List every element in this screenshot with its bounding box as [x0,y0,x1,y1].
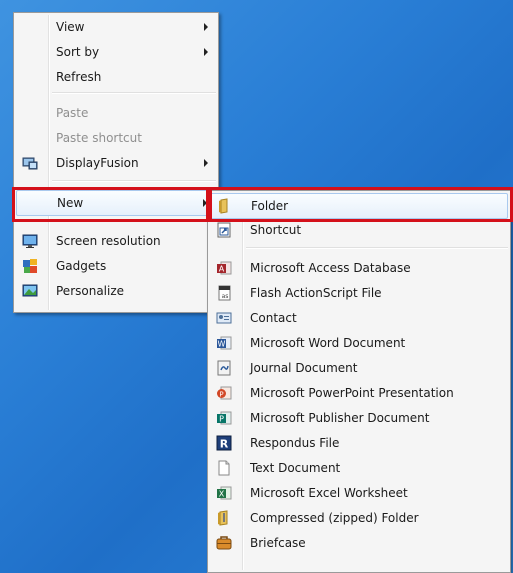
submenu-arrow-icon [204,48,208,56]
menu-item-paste[interactable]: Paste [16,101,216,125]
menu-item-paste-shortcut[interactable]: Paste shortcut [16,126,216,150]
submenu-item-folder[interactable]: Folder [210,193,508,219]
menu-item-refresh[interactable]: Refresh [16,65,216,89]
folder-icon [217,198,233,214]
menu-item-sort-by[interactable]: Sort by [16,40,216,64]
word-icon: W [216,335,232,351]
submenu-item-compressed-folder[interactable]: Compressed (zipped) Folder [210,506,508,530]
submenu-item-journal-document[interactable]: Journal Document [210,356,508,380]
menu-item-gadgets[interactable]: Gadgets [16,254,216,278]
submenu-item-label: Folder [251,199,289,213]
submenu-item-label: Respondus File [250,436,340,450]
excel-icon: X [216,485,232,501]
submenu-item-briefcase[interactable]: Briefcase [210,531,508,555]
svg-text:P: P [219,415,224,424]
menu-item-label: Personalize [56,284,125,298]
submenu-item-label: Shortcut [250,223,302,237]
menu-item-screen-resolution[interactable]: Screen resolution [16,229,216,253]
new-submenu: Folder Shortcut A Microsoft Access Datab… [207,190,511,573]
actionscript-icon: as [216,285,232,301]
desktop-context-menu: View Sort by Refresh Paste Paste shortcu… [13,12,219,313]
monitor-icon [22,233,38,249]
submenu-arrow-icon [204,23,208,31]
submenu-item-word-document[interactable]: W Microsoft Word Document [210,331,508,355]
submenu-item-label: Contact [250,311,297,325]
submenu-item-label: Microsoft Excel Worksheet [250,486,408,500]
menu-item-label: Sort by [56,45,100,59]
menu-item-label: View [56,20,85,34]
menu-item-label: Paste shortcut [56,131,142,145]
submenu-item-label: Compressed (zipped) Folder [250,511,419,525]
svg-text:P: P [219,391,223,399]
submenu-item-label: Journal Document [250,361,358,375]
menu-item-label: New [57,196,84,210]
submenu-item-powerpoint-presentation[interactable]: P Microsoft PowerPoint Presentation [210,381,508,405]
shortcut-icon [216,222,232,238]
respondus-icon: R [216,435,232,451]
menu-item-view[interactable]: View [16,15,216,39]
menu-item-label: DisplayFusion [56,156,139,170]
svg-text:W: W [218,340,226,349]
gadgets-icon [22,258,38,274]
submenu-item-label: Briefcase [250,536,306,550]
submenu-item-publisher-document[interactable]: P Microsoft Publisher Document [210,406,508,430]
submenu-item-label: Text Document [250,461,341,475]
submenu-item-label: Microsoft Access Database [250,261,411,275]
menu-item-personalize[interactable]: Personalize [16,279,216,303]
publisher-icon: P [216,410,232,426]
menu-item-displayfusion[interactable]: DisplayFusion [16,151,216,175]
submenu-item-label: Flash ActionScript File [250,286,382,300]
menu-item-label: Screen resolution [56,234,161,248]
submenu-item-label: Microsoft Word Document [250,336,406,350]
menu-item-label: Paste [56,106,89,120]
journal-icon [216,360,232,376]
submenu-item-flash-actionscript[interactable]: as Flash ActionScript File [210,281,508,305]
submenu-item-respondus-file[interactable]: R Respondus File [210,431,508,455]
briefcase-icon [216,535,232,551]
submenu-item-excel-worksheet[interactable]: X Microsoft Excel Worksheet [210,481,508,505]
menu-separator [52,220,216,222]
svg-text:X: X [219,490,225,499]
menu-item-label: Refresh [56,70,102,84]
zip-folder-icon [216,510,232,526]
menu-separator [246,247,508,249]
submenu-item-contact[interactable]: Contact [210,306,508,330]
submenu-item-text-document[interactable]: Text Document [210,456,508,480]
displayfusion-icon [22,155,38,171]
powerpoint-icon: P [216,385,232,401]
menu-item-label: Gadgets [56,259,107,273]
text-document-icon [216,460,232,476]
submenu-item-access-database[interactable]: A Microsoft Access Database [210,256,508,280]
svg-text:R: R [220,438,229,451]
svg-text:as: as [222,293,229,300]
contact-icon [216,310,232,326]
submenu-item-label: Microsoft Publisher Document [250,411,430,425]
menu-separator [52,180,216,182]
personalize-icon [22,283,38,299]
submenu-arrow-icon [204,159,208,167]
menu-separator [52,92,216,94]
access-icon: A [216,260,232,276]
menu-item-new[interactable]: New [16,190,216,216]
svg-text:A: A [219,265,225,274]
submenu-item-shortcut[interactable]: Shortcut [210,218,508,242]
submenu-item-label: Microsoft PowerPoint Presentation [250,386,454,400]
